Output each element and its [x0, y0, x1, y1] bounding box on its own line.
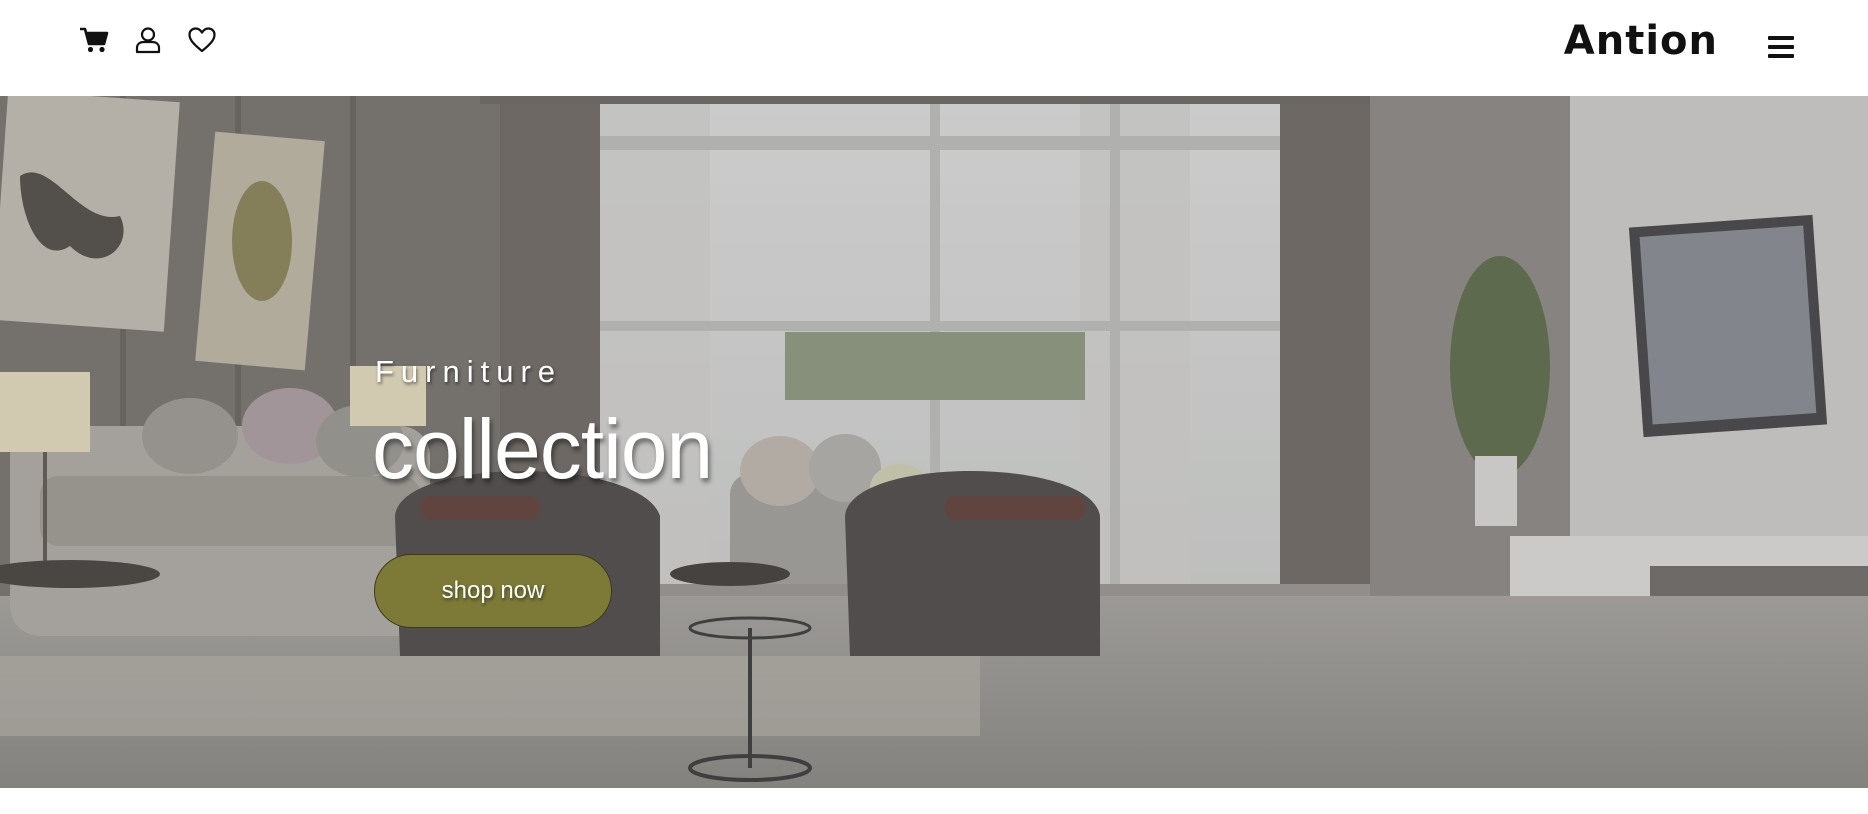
- hero-headline: collection: [372, 402, 713, 496]
- brand-logo[interactable]: Antion: [1564, 18, 1718, 64]
- shop-now-button[interactable]: shop now: [374, 554, 612, 628]
- site-header: Antion: [0, 0, 1868, 96]
- cart-icon[interactable]: [78, 24, 110, 56]
- header-icons: [78, 24, 218, 56]
- user-icon[interactable]: [132, 24, 164, 56]
- hero-overlay: [0, 96, 1868, 788]
- hero-kicker: Furniture: [375, 354, 563, 389]
- hero-banner: Furniture collection shop now: [0, 96, 1868, 788]
- hamburger-menu-icon[interactable]: [1768, 36, 1794, 58]
- heart-icon[interactable]: [186, 24, 218, 56]
